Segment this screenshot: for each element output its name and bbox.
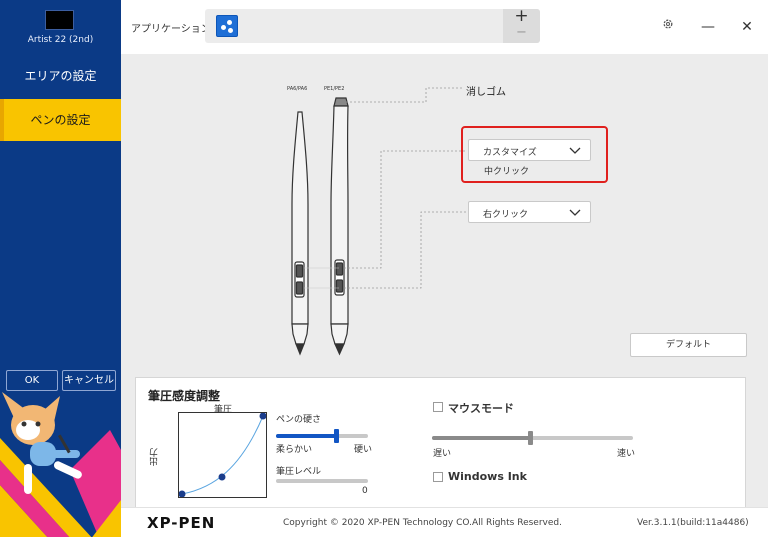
default-button[interactable]: デフォルト — [630, 333, 747, 357]
close-button[interactable]: ✕ — [738, 18, 756, 36]
sidebar: Artist 22 (2nd) エリアの設定 ペンの設定 OK キャンセル — [0, 0, 121, 537]
mouse-speed-slider[interactable] — [432, 431, 633, 445]
upper-button-dropdown[interactable]: カスタマイズ — [468, 139, 591, 161]
pen-settings-panel: PA6/PA6 PE1/PE2 消しゴム カスタマイズ 中クリック 右クリック … — [121, 54, 768, 507]
mouse-mode-checkbox[interactable] — [433, 402, 443, 412]
application-selector: + − — [205, 8, 540, 43]
slider-thumb[interactable] — [334, 429, 339, 443]
xp-pen-logo: XP-PEN — [147, 514, 216, 532]
sidebar-item-label: ペンの設定 — [30, 113, 91, 127]
eraser-label: 消しゴム — [466, 87, 506, 98]
sidebar-item-pen-settings[interactable]: ペンの設定 — [0, 99, 121, 141]
pen-pe1 — [330, 97, 349, 356]
ok-button[interactable]: OK — [6, 370, 58, 391]
slider-fill — [276, 434, 336, 438]
curve-control-point — [218, 473, 226, 481]
cancel-button[interactable]: キャンセル — [62, 370, 116, 391]
lower-button-dropdown[interactable]: 右クリック — [468, 201, 591, 223]
slow-label: 遅い — [433, 449, 452, 459]
dropdown-value: カスタマイズ — [483, 148, 537, 158]
pen-model-label: PA6/PA6 — [287, 86, 308, 92]
all-apps-icon[interactable] — [216, 15, 238, 37]
mouse-mode-label: マウスモード — [448, 402, 514, 415]
version-text: Ver.3.1.1(build:11a4486) — [637, 518, 749, 528]
fast-label: 速い — [617, 449, 636, 459]
curve-control-point — [259, 412, 267, 420]
chevron-down-icon — [569, 209, 581, 216]
remove-application-button[interactable]: − — [503, 26, 540, 41]
dropdown-value: 右クリック — [483, 210, 529, 220]
curve-control-point — [178, 490, 186, 498]
gear-icon[interactable] — [659, 18, 677, 36]
pressure-level-value: 0 — [362, 486, 368, 496]
minimize-button[interactable]: — — [699, 18, 717, 36]
footer: XP-PEN Copyright © 2020 XP-PEN Technolog… — [121, 507, 768, 537]
curve-y-axis-label: 出力 — [150, 448, 160, 466]
pen-pa6 — [291, 111, 309, 356]
custom-mapping-value: 中クリック — [484, 167, 530, 177]
top-bar: アプリケーション: + − — ✕ — [121, 0, 768, 54]
pressure-sensitivity-panel: 筆圧感度調整 筆圧 出力 ペンの硬さ 柔らかい 硬い 筆圧レベル 0 マウスモー… — [135, 377, 746, 507]
pen-illustration — [291, 87, 466, 356]
windows-ink-label: Windows Ink — [448, 470, 527, 483]
application-label: アプリケーション: — [131, 24, 215, 35]
pen-stiffness-slider[interactable] — [276, 429, 368, 443]
chevron-down-icon — [569, 147, 581, 154]
copyright-text: Copyright © 2020 XP-PEN Technology CO.Al… — [283, 518, 562, 528]
pressure-level-label: 筆圧レベル — [276, 467, 322, 477]
pen-model-label: PE1/PE2 — [324, 86, 345, 92]
device-name: Artist 22 (2nd) — [27, 35, 94, 45]
add-application-button[interactable]: + — [503, 8, 540, 25]
windows-ink-checkbox[interactable] — [433, 472, 443, 482]
pressure-curve-editor[interactable] — [178, 412, 267, 498]
slider-fill — [432, 436, 530, 440]
fox-mascot-illustration — [0, 392, 121, 537]
hard-label: 硬い — [354, 445, 373, 455]
pen-stiffness-label: ペンの硬さ — [276, 415, 322, 425]
pressure-level-bar — [276, 479, 368, 483]
slider-thumb[interactable] — [528, 431, 533, 445]
soft-label: 柔らかい — [276, 445, 313, 455]
device-thumbnail — [45, 10, 74, 30]
app-add-remove-group: + − — [503, 8, 540, 43]
sidebar-item-area-settings[interactable]: エリアの設定 — [0, 55, 121, 97]
panel-title: 筆圧感度調整 — [148, 389, 221, 403]
